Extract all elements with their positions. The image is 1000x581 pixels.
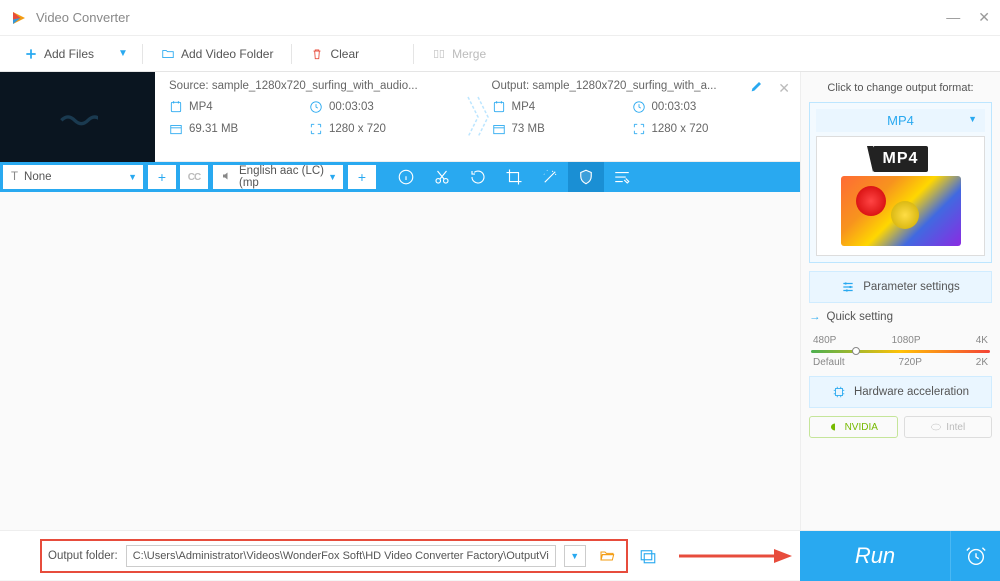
minimize-button[interactable]: — [946, 9, 960, 26]
info-tool-button[interactable] [388, 162, 424, 192]
clear-button[interactable]: Clear [296, 36, 373, 71]
plus-icon [24, 47, 38, 61]
close-button[interactable]: ✕ [978, 9, 990, 26]
folder-icon [161, 47, 175, 61]
add-files-dropdown[interactable]: ▼ [108, 48, 138, 59]
title-bar: Video Converter — ✕ [0, 0, 1000, 36]
edit-tool-strip [378, 162, 800, 192]
source-filename: sample_1280x720_surfing_with_audio... [212, 80, 418, 92]
separator [291, 44, 292, 64]
source-format: MP4 [189, 101, 213, 113]
batch-button[interactable] [628, 547, 668, 565]
conversion-arrow-icon [463, 92, 493, 142]
format-icon [169, 100, 183, 114]
chevron-down-icon: ▼ [328, 172, 337, 182]
subtitle-t-icon: T [11, 171, 18, 183]
main-toolbar: Add Files ▼ Add Video Folder Clear Merge [0, 36, 1000, 72]
intel-badge[interactable]: Intel [904, 416, 993, 438]
item-options-bar: T None ▼ + CC English aac (LC) (mp ▼ + [0, 162, 800, 192]
watermark-tool-button[interactable] [568, 162, 604, 192]
separator [142, 44, 143, 64]
alarm-clock-icon [965, 545, 987, 567]
add-audio-button[interactable]: + [348, 165, 376, 189]
output-format-button[interactable]: MP4 ▼ MP4 [809, 102, 992, 263]
output-format: MP4 [512, 101, 536, 113]
folder-open-icon [598, 548, 616, 564]
chevron-down-icon: ▼ [128, 172, 137, 182]
arrow-right-icon: → [809, 311, 821, 323]
parameter-settings-button[interactable]: Parameter settings [809, 271, 992, 303]
separator [413, 44, 414, 64]
speaker-icon [221, 170, 233, 185]
output-filename: sample_1280x720_surfing_with_a... [532, 80, 716, 92]
output-size: 73 MB [512, 123, 545, 135]
chip-icon [832, 385, 846, 399]
source-duration: 00:03:03 [329, 101, 374, 113]
mp4-badge: MP4 [873, 146, 929, 172]
audio-track-select[interactable]: English aac (LC) (mp ▼ [213, 165, 343, 189]
nvidia-icon [829, 421, 841, 433]
format-preview: MP4 [816, 136, 985, 256]
effects-tool-button[interactable] [532, 162, 568, 192]
source-size: 69.31 MB [189, 123, 238, 135]
app-logo-icon [10, 9, 28, 27]
output-format-panel: Click to change output format: MP4 ▼ MP4… [800, 72, 1000, 530]
nvidia-badge[interactable]: NVIDIA [809, 416, 898, 438]
intel-icon [930, 421, 942, 433]
add-folder-button[interactable]: Add Video Folder [147, 36, 288, 71]
rotate-tool-button[interactable] [460, 162, 496, 192]
resolution-icon [309, 122, 323, 136]
browse-folder-button[interactable] [594, 545, 620, 567]
crop-tool-button[interactable] [496, 162, 532, 192]
source-info: Source: sample_1280x720_surfing_with_aud… [155, 72, 478, 161]
schedule-button[interactable] [950, 531, 1000, 581]
source-resolution: 1280 x 720 [329, 123, 386, 135]
quality-slider[interactable]: 480P 1080P 4K Default 720P 2K [809, 335, 992, 368]
output-duration: 00:03:03 [652, 101, 697, 113]
hardware-acceleration-button[interactable]: Hardware acceleration [809, 376, 992, 408]
run-button[interactable]: Run [800, 531, 950, 581]
empty-area [0, 192, 800, 530]
clock-icon [632, 100, 646, 114]
chevron-down-icon: ▼ [968, 114, 977, 124]
size-icon [492, 122, 506, 136]
cc-button[interactable]: CC [180, 165, 208, 189]
format-icon [492, 100, 506, 114]
format-hint: Click to change output format: [809, 82, 992, 94]
bottom-bar: Output folder: ▼ Run [0, 530, 1000, 580]
window-title: Video Converter [36, 10, 946, 25]
video-thumbnail[interactable] [0, 72, 155, 162]
run-arrow-indicator [668, 546, 800, 566]
preview-image [841, 176, 961, 246]
clock-icon [309, 100, 323, 114]
output-folder-group: Output folder: ▼ [40, 539, 628, 573]
sliders-icon [841, 280, 855, 294]
output-resolution: 1280 x 720 [652, 123, 709, 135]
cut-tool-button[interactable] [424, 162, 460, 192]
edit-name-button[interactable] [749, 78, 765, 94]
quick-setting-label: → Quick setting [809, 311, 992, 323]
merge-button[interactable]: Merge [418, 36, 500, 71]
slider-thumb[interactable] [852, 347, 860, 355]
merge-icon [432, 47, 446, 61]
remove-item-button[interactable]: ✕ [778, 80, 790, 97]
wave-icon [58, 97, 98, 137]
batch-icon [638, 547, 658, 565]
filter-tool-button[interactable] [604, 162, 640, 192]
resolution-icon [632, 122, 646, 136]
add-subtitle-button[interactable]: + [148, 165, 176, 189]
output-folder-input[interactable] [126, 545, 556, 567]
subtitle-select[interactable]: T None ▼ [3, 165, 143, 189]
video-item: Source: sample_1280x720_surfing_with_aud… [0, 72, 800, 162]
size-icon [169, 122, 183, 136]
output-folder-dropdown[interactable]: ▼ [564, 545, 586, 567]
output-folder-label: Output folder: [48, 550, 118, 562]
add-files-button[interactable]: Add Files [10, 36, 108, 71]
trash-icon [310, 47, 324, 61]
